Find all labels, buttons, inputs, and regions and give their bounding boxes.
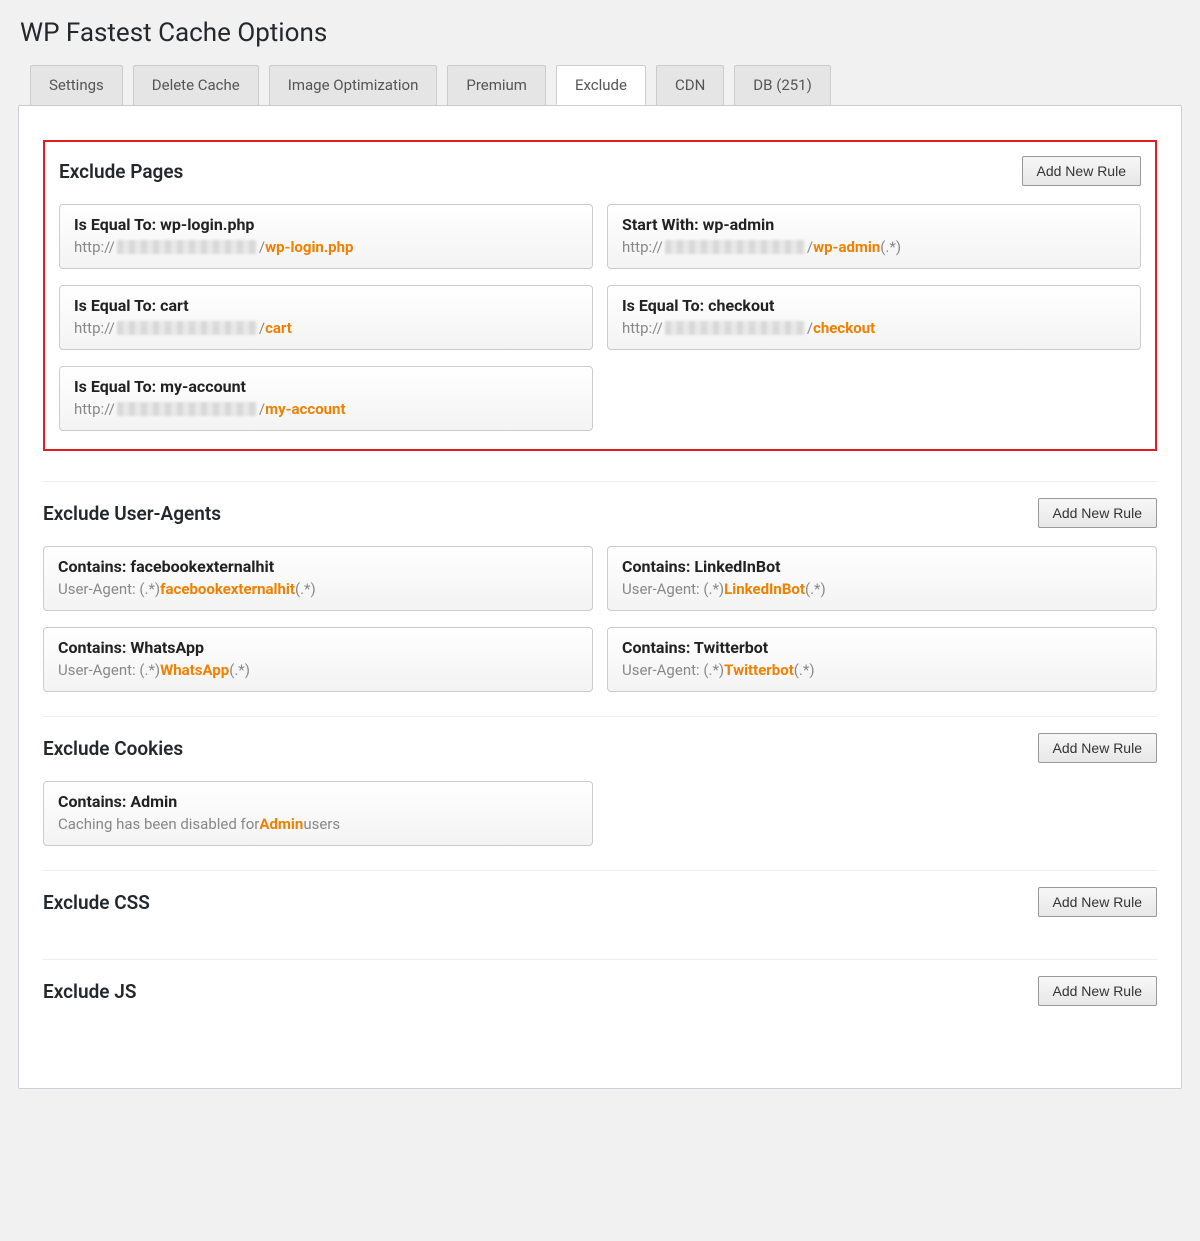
section-exclude-pages-title: Exclude Pages [59, 160, 183, 183]
rule-exclude-user-agents-0-subtitle: User-Agent: (.*)facebookexternalhit(.*) [58, 580, 578, 598]
rule-exclude-cookies-0[interactable]: Contains: Admin Caching has been disabled… [43, 781, 593, 846]
rule-exclude-pages-1[interactable]: Start With: wp-admin http:///wp-admin(.*) [607, 204, 1141, 269]
section-exclude-cookies-title: Exclude Cookies [43, 737, 183, 760]
rule-exclude-user-agents-1-title: Contains: LinkedInBot [622, 557, 1142, 576]
rule-exclude-pages-0-subtitle: http:///wp-login.php [74, 238, 578, 256]
rule-exclude-user-agents-3[interactable]: Contains: Twitterbot User-Agent: (.*)Twit… [607, 627, 1157, 692]
rule-exclude-pages-0[interactable]: Is Equal To: wp-login.php http:///wp-logi… [59, 204, 593, 269]
section-exclude-js-title: Exclude JS [43, 980, 136, 1003]
section-exclude-css: Exclude CSS Add New Rule [43, 871, 1157, 960]
rule-exclude-user-agents-2-subtitle: User-Agent: (.*)WhatsApp(.*) [58, 661, 578, 679]
rule-exclude-pages-2-title: Is Equal To: cart [74, 296, 578, 315]
section-exclude-user-agents-head: Exclude User-Agents Add New Rule [43, 498, 1157, 528]
section-exclude-pages-head: Exclude Pages Add New Rule [59, 156, 1141, 186]
rule-exclude-cookies-0-title: Contains: Admin [58, 792, 578, 811]
rule-exclude-pages-2[interactable]: Is Equal To: cart http:///cart [59, 285, 593, 350]
rule-exclude-user-agents-2[interactable]: Contains: WhatsApp User-Agent: (.*)WhatsA… [43, 627, 593, 692]
add-new-rule-button-exclude-js[interactable]: Add New Rule [1038, 976, 1158, 1006]
add-new-rule-button-exclude-user-agents[interactable]: Add New Rule [1038, 498, 1158, 528]
main-panel: Exclude Pages Add New Rule Is Equal To: wp… [18, 105, 1182, 1089]
page-title: WP Fastest Cache Options [20, 18, 1182, 48]
add-new-rule-button-exclude-css[interactable]: Add New Rule [1038, 887, 1158, 917]
section-exclude-pages: Exclude Pages Add New Rule Is Equal To: wp… [43, 124, 1157, 482]
section-exclude-user-agents: Exclude User-Agents Add New Rule Contains:… [43, 482, 1157, 717]
section-exclude-cookies-head: Exclude Cookies Add New Rule [43, 733, 1157, 763]
section-exclude-cookies-rules: Contains: Admin Caching has been disabled… [43, 781, 1157, 846]
tab-settings[interactable]: Settings [30, 65, 123, 105]
rule-exclude-user-agents-1[interactable]: Contains: LinkedInBot User-Agent: (.*)Lin… [607, 546, 1157, 611]
rule-exclude-user-agents-1-subtitle: User-Agent: (.*)LinkedInBot(.*) [622, 580, 1142, 598]
section-exclude-user-agents-title: Exclude User-Agents [43, 502, 221, 525]
section-exclude-pages-rules: Is Equal To: wp-login.php http:///wp-logi… [59, 204, 1141, 431]
tab-bar: SettingsDelete CacheImage OptimizationPr… [18, 65, 1182, 105]
rule-exclude-pages-4-title: Is Equal To: my-account [74, 377, 578, 396]
rule-exclude-pages-0-title: Is Equal To: wp-login.php [74, 215, 578, 234]
section-exclude-js-head: Exclude JS Add New Rule [43, 976, 1157, 1006]
rule-exclude-pages-4-subtitle: http:///my-account [74, 400, 578, 418]
rule-exclude-pages-3-title: Is Equal To: checkout [622, 296, 1126, 315]
rule-exclude-pages-1-title: Start With: wp-admin [622, 215, 1126, 234]
tab-db-251-[interactable]: DB (251) [734, 65, 831, 105]
section-exclude-css-title: Exclude CSS [43, 891, 150, 914]
tab-body: Exclude Pages Add New Rule Is Equal To: wp… [19, 105, 1181, 1088]
rule-exclude-pages-3-subtitle: http:///checkout [622, 319, 1126, 337]
section-exclude-user-agents-rules: Contains: facebookexternalhit User-Agent:… [43, 546, 1157, 692]
rule-exclude-user-agents-0[interactable]: Contains: facebookexternalhit User-Agent:… [43, 546, 593, 611]
rule-exclude-pages-1-subtitle: http:///wp-admin(.*) [622, 238, 1126, 256]
tab-delete-cache[interactable]: Delete Cache [133, 65, 259, 105]
rule-exclude-pages-3[interactable]: Is Equal To: checkout http:///checkout [607, 285, 1141, 350]
rule-exclude-pages-4[interactable]: Is Equal To: my-account http:///my-accoun… [59, 366, 593, 431]
section-exclude-css-head: Exclude CSS Add New Rule [43, 887, 1157, 917]
tab-cdn[interactable]: CDN [656, 65, 724, 105]
add-new-rule-button-exclude-pages[interactable]: Add New Rule [1022, 156, 1142, 186]
section-exclude-cookies: Exclude Cookies Add New Rule Contains: Adm… [43, 717, 1157, 871]
tab-premium[interactable]: Premium [447, 65, 546, 105]
add-new-rule-button-exclude-cookies[interactable]: Add New Rule [1038, 733, 1158, 763]
rule-exclude-cookies-0-subtitle: Caching has been disabled for Admin user… [58, 815, 578, 833]
tab-exclude[interactable]: Exclude [556, 65, 646, 105]
section-exclude-js: Exclude JS Add New Rule [43, 960, 1157, 1048]
section-exclude-pages-highlight: Exclude Pages Add New Rule Is Equal To: wp… [43, 140, 1157, 451]
rule-exclude-user-agents-3-title: Contains: Twitterbot [622, 638, 1142, 657]
rule-exclude-pages-2-subtitle: http:///cart [74, 319, 578, 337]
rule-exclude-user-agents-0-title: Contains: facebookexternalhit [58, 557, 578, 576]
rule-exclude-user-agents-3-subtitle: User-Agent: (.*)Twitterbot(.*) [622, 661, 1142, 679]
rule-exclude-user-agents-2-title: Contains: WhatsApp [58, 638, 578, 657]
tab-image-optimization[interactable]: Image Optimization [269, 65, 438, 105]
